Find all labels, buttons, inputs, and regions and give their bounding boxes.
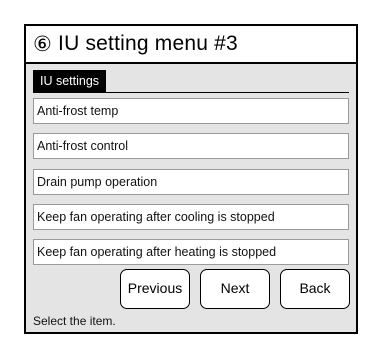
menu-item-anti-frost-control[interactable]: Anti-frost control — [33, 133, 349, 159]
page-title-text: IU setting menu #3 — [58, 32, 238, 55]
section-divider — [33, 92, 349, 93]
menu-item-drain-pump-operation[interactable]: Drain pump operation — [33, 169, 349, 195]
back-button[interactable]: Back — [280, 269, 350, 309]
menu-item-fan-after-heating[interactable]: Keep fan operating after heating is stop… — [33, 239, 349, 265]
status-message: Select the item. — [33, 314, 116, 328]
menu-item-anti-frost-temp[interactable]: Anti-frost temp — [33, 98, 349, 124]
remote-controller-screen-frame: ⑥ IU setting menu #3 IU settings Anti-fr… — [24, 24, 358, 334]
previous-button[interactable]: Previous — [120, 269, 190, 309]
menu-item-fan-after-cooling[interactable]: Keep fan operating after cooling is stop… — [33, 204, 349, 230]
next-button[interactable]: Next — [200, 269, 270, 309]
lcd-screen: IU settings Anti-frost temp Anti-frost c… — [26, 64, 356, 332]
section-header: IU settings — [33, 70, 107, 92]
page-title: ⑥ IU setting menu #3 — [26, 26, 356, 64]
step-number: ⑥ — [33, 32, 53, 56]
